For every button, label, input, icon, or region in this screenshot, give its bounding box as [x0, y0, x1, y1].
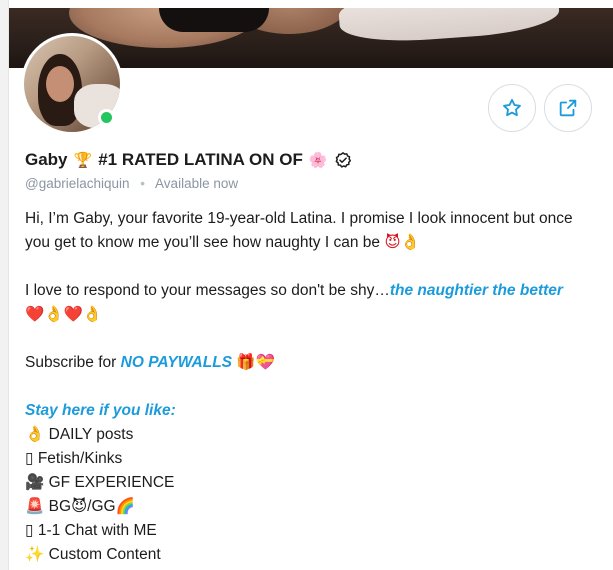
gift-heart-emoji: 🎁💝	[236, 354, 275, 371]
profile-handle[interactable]: @gabrielachiquin	[25, 176, 130, 191]
online-status-indicator	[98, 109, 115, 126]
left-edge	[0, 0, 9, 570]
list-item: ✨ Custom Content	[25, 546, 161, 563]
share-icon	[559, 99, 577, 117]
profile-title: Gaby 🏆 #1 RATED LATINA ON OF 🌸	[25, 150, 352, 170]
verified-badge-icon	[335, 152, 351, 168]
bio-accent-text: NO PAYWALLS	[120, 354, 233, 371]
profile-name: Gaby	[25, 150, 68, 169]
list-item-icon: ✨	[25, 546, 45, 563]
trophy-icon: 🏆	[73, 152, 93, 169]
bio-emoji-line: ❤️👌❤️👌	[25, 303, 605, 327]
list-item: 👌 DAILY posts	[25, 426, 134, 443]
profile-tagline: #1 RATED LATINA ON OF	[98, 150, 303, 169]
separator-dot: •	[140, 176, 146, 191]
list-item: ▯ Fetish/Kinks	[25, 450, 123, 467]
list-item: ▯ 1-1 Chat with ME	[25, 522, 157, 539]
profile-meta: @gabrielachiquin • Available now	[25, 176, 238, 191]
profile-bio: Hi, I’m Gaby, your favorite 19-year-old …	[25, 207, 605, 567]
bio-list-heading: Stay here if you like:	[25, 402, 176, 419]
flower-icon: 🌸	[308, 152, 328, 169]
bio-accent-text: the naughtier the better	[389, 282, 563, 299]
share-button[interactable]	[544, 84, 592, 132]
star-icon	[503, 99, 521, 117]
availability-status: Available now	[155, 176, 239, 191]
list-item: 🎥 GF EXPERIENCE	[25, 474, 175, 491]
list-item-icon: ▯	[25, 522, 34, 539]
favorite-button[interactable]	[488, 84, 536, 132]
bio-line: you get to know me you’ll see how naught…	[25, 234, 420, 251]
bio-line: Subscribe for NO PAYWALLS 🎁💝	[25, 354, 275, 371]
list-item-icon: 🎥	[25, 474, 45, 491]
bio-line: Hi, I’m Gaby, your favorite 19-year-old …	[25, 210, 573, 227]
list-item: 🚨 BG😈/GG🌈	[25, 498, 135, 515]
list-item-icon: 👌	[25, 426, 45, 443]
list-item-icon: 🚨	[25, 498, 45, 515]
list-item-icon: ▯	[25, 450, 34, 467]
devil-ok-emoji: 😈👌	[384, 234, 420, 251]
bio-line: I love to respond to your messages so do…	[25, 282, 563, 299]
heart-ok-emoji: ❤️👌❤️👌	[25, 306, 103, 323]
